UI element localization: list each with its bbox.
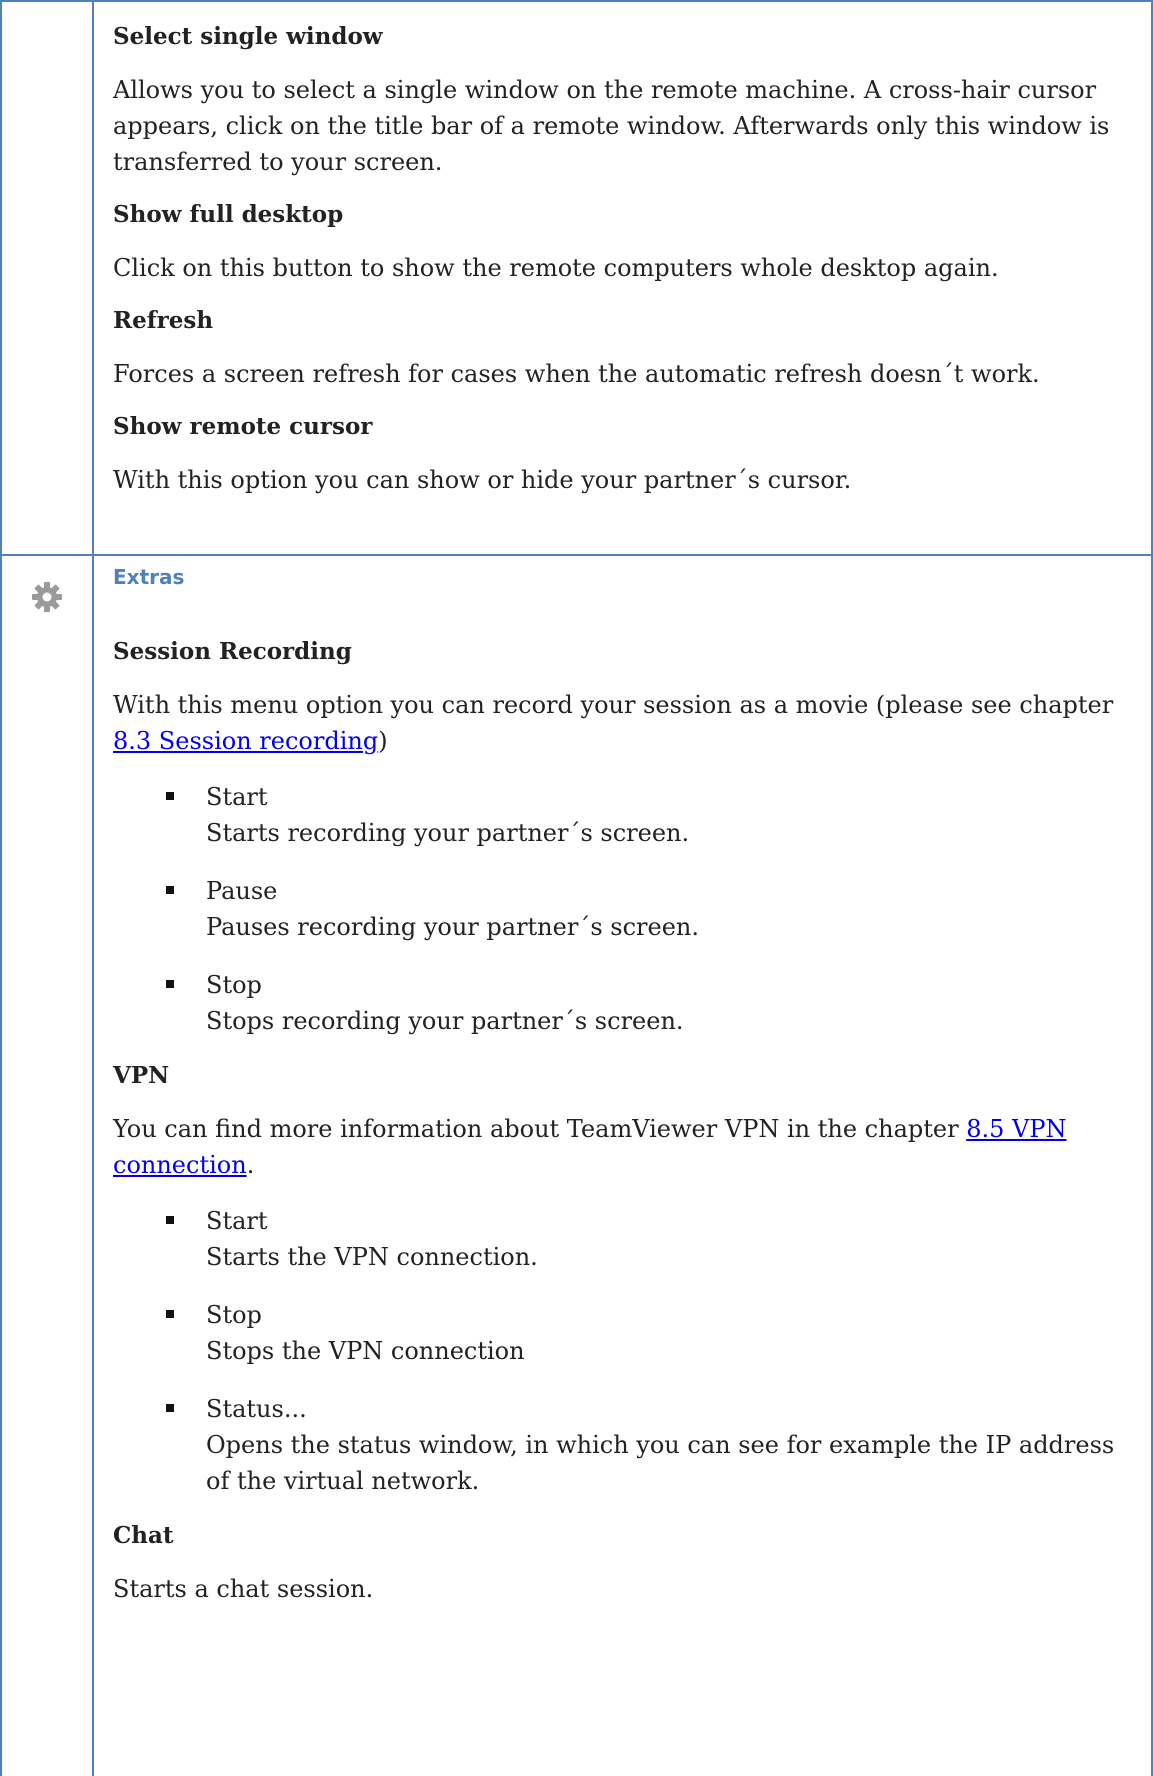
item-text: Click on this button to show the remote …: [113, 254, 999, 282]
bullet-label: Pause: [206, 877, 278, 905]
table-top-border: [0, 0, 1153, 2]
list-item: Status... Opens the status window, in whi…: [166, 1391, 1123, 1499]
bullet-icon: [166, 1404, 174, 1412]
chat-text: Starts a chat session.: [113, 1575, 374, 1603]
list-item: Start Starts the VPN connection.: [166, 1203, 1123, 1275]
text-after: ): [378, 727, 388, 755]
item-text: Forces a screen refresh for cases when t…: [113, 360, 1040, 388]
item-title: Show full desktop: [113, 201, 344, 228]
bullet-label: Stop: [206, 971, 262, 999]
item-text: Allows you to select a single window on …: [113, 76, 1110, 176]
vpn-list: Start Starts the VPN connection. Stop Stop…: [113, 1203, 1123, 1499]
list-item: Stop Stops the VPN connection: [166, 1297, 1123, 1369]
bullet-icon: [166, 980, 174, 988]
row-view-options: Select single window Allows you to selec…: [113, 22, 1123, 518]
text-before: You can find more information about Team…: [113, 1115, 967, 1143]
bullet-icon: [166, 1310, 174, 1318]
bullet-icon: [166, 1216, 174, 1224]
bullet-desc: Stops recording your partner´s screen.: [206, 1007, 684, 1035]
bullet-desc: Starts the VPN connection.: [206, 1243, 538, 1271]
vpn-text: You can find more information about Team…: [113, 1111, 1123, 1183]
bullet-label: Status...: [206, 1395, 307, 1423]
bullet-icon: [166, 792, 174, 800]
table-left-border: [0, 0, 2, 1776]
text-before: With this menu option you can record you…: [113, 691, 1114, 719]
bullet-icon: [166, 886, 174, 894]
session-recording-link[interactable]: 8.3 Session recording: [113, 727, 378, 755]
text-after: .: [246, 1151, 255, 1179]
item-title: Select single window: [113, 23, 383, 50]
session-recording-text: With this menu option you can record you…: [113, 687, 1123, 759]
column-divider: [92, 0, 94, 1776]
vpn-title: VPN: [113, 1062, 170, 1089]
row-extras: Extras Session Recording With this menu …: [113, 563, 1123, 1627]
item-title: Show remote cursor: [113, 413, 373, 440]
row-separator: [0, 554, 1153, 556]
list-item: Pause Pauses recording your partner´s scr…: [166, 873, 1123, 945]
bullet-desc: Starts recording your partner´s screen.: [206, 819, 690, 847]
bullet-desc: Stops the VPN connection: [206, 1337, 525, 1365]
item-text: With this option you can show or hide yo…: [113, 466, 852, 494]
bullet-desc: Opens the status window, in which you ca…: [206, 1431, 1115, 1495]
item-title: Refresh: [113, 307, 214, 334]
session-recording-title: Session Recording: [113, 638, 352, 665]
session-recording-list: Start Starts recording your partner´s scr…: [113, 779, 1123, 1039]
bullet-label: Start: [206, 1207, 268, 1235]
list-item: Stop Stops recording your partner´s scree…: [166, 967, 1123, 1039]
bullet-label: Start: [206, 783, 268, 811]
list-item: Start Starts recording your partner´s scr…: [166, 779, 1123, 851]
gear-icon: [32, 582, 62, 612]
bullet-desc: Pauses recording your partner´s screen.: [206, 913, 699, 941]
chat-title: Chat: [113, 1522, 174, 1549]
bullet-label: Stop: [206, 1301, 262, 1329]
section-title: Extras: [113, 565, 185, 589]
